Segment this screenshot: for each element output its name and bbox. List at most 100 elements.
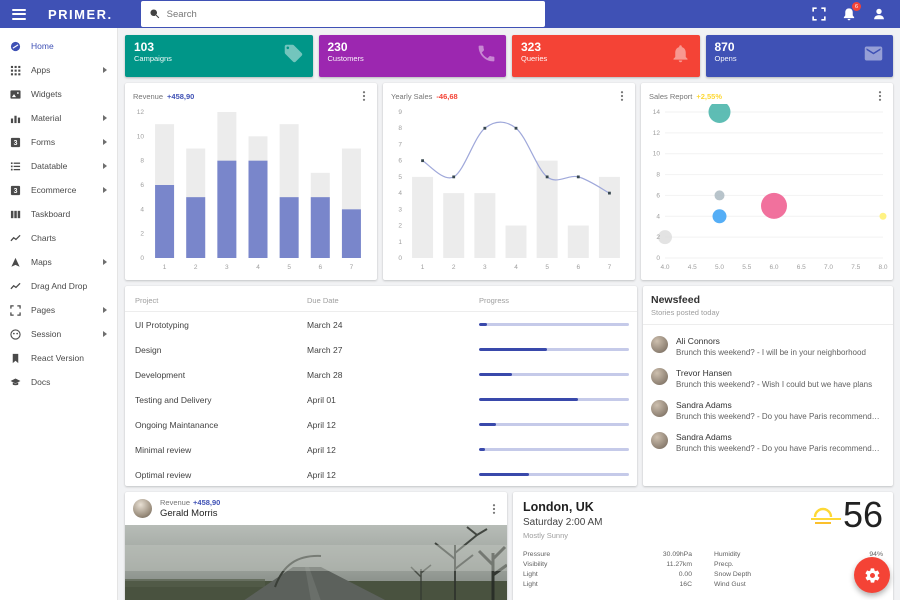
sidebar-item-charts[interactable]: Charts	[0, 226, 117, 250]
settings-fab[interactable]	[854, 557, 890, 593]
svg-text:10: 10	[137, 133, 145, 140]
progress-bar[interactable]	[479, 448, 629, 451]
svg-text:2: 2	[656, 234, 660, 241]
svg-text:2: 2	[140, 231, 144, 238]
charts-row: Revenue +458,90 0246810121234567 Yearly …	[125, 83, 893, 280]
card-menu-button[interactable]	[875, 90, 885, 102]
top-app-bar: PRIMER. 6	[0, 0, 900, 28]
svg-text:8.0: 8.0	[878, 264, 887, 271]
sunset-icon	[809, 502, 843, 528]
tag-icon	[283, 43, 304, 64]
newsfeed-title: Newsfeed	[651, 294, 885, 306]
account-button[interactable]	[872, 7, 886, 21]
table-row[interactable]: Minimal review April 12	[125, 437, 637, 462]
kebab-icon	[617, 90, 627, 102]
sidebar-item-ecommerce[interactable]: 3 Ecommerce	[0, 178, 117, 202]
sidebar-item-datatable[interactable]: Datatable	[0, 154, 117, 178]
progress-bar[interactable]	[479, 423, 629, 426]
forms-icon: 3	[10, 137, 21, 148]
sidebar-item-apps[interactable]: Apps	[0, 58, 117, 82]
table-row[interactable]: UI Prototyping March 24	[125, 312, 637, 337]
sidebar-item-material[interactable]: Material	[0, 106, 117, 130]
weather-detail-row: Light 0.00	[523, 569, 692, 579]
stats-row: 103 Campaigns 230 Customers 323 Queries …	[125, 35, 893, 77]
table-row[interactable]: Development March 28	[125, 362, 637, 387]
progress-bar[interactable]	[479, 373, 629, 376]
stat-card-opens[interactable]: 870 Opens	[706, 35, 894, 77]
list-item[interactable]: Trevor Hansen Brunch this weekend? - Wis…	[651, 368, 885, 389]
stat-card-customers[interactable]: 230 Customers	[319, 35, 507, 77]
progress-bar[interactable]	[479, 398, 629, 401]
chart-card-yearly-sales: Yearly Sales -46,68 01234567891234567	[383, 83, 635, 280]
sidebar-item-taskboard[interactable]: Taskboard	[0, 202, 117, 226]
svg-text:6: 6	[398, 158, 402, 165]
sidebar-item-session[interactable]: Session	[0, 322, 117, 346]
apps-icon	[10, 65, 21, 76]
home-icon	[10, 41, 21, 52]
profile-revenue-card: Revenue+458,90 Gerald Morris	[125, 492, 507, 600]
docs-icon	[10, 377, 21, 388]
hamburger-menu-icon[interactable]	[12, 6, 26, 22]
svg-text:12: 12	[653, 130, 661, 137]
revenue-chart: 0246810121234567	[125, 104, 377, 274]
svg-text:2: 2	[452, 264, 456, 271]
datatable-icon	[10, 161, 21, 172]
column-header-progress: Progress	[479, 296, 627, 305]
sidebar-item-react-version[interactable]: React Version	[0, 346, 117, 370]
table-header-row: Project Due Date Progress	[125, 290, 637, 312]
svg-text:8: 8	[656, 172, 660, 179]
svg-text:6.0: 6.0	[769, 264, 778, 271]
card-menu-button[interactable]	[617, 90, 627, 102]
weather-detail-row: Pressure 30.09hPa	[523, 549, 692, 559]
card-menu-button[interactable]	[489, 503, 499, 515]
search-box[interactable]	[141, 1, 545, 27]
sidebar-item-docs[interactable]: Docs	[0, 370, 117, 394]
progress-bar[interactable]	[479, 323, 629, 326]
svg-text:0: 0	[398, 255, 402, 262]
bookmark-icon	[10, 353, 21, 364]
weather-detail-row: Visibility 11.27km	[523, 559, 692, 569]
list-item[interactable]: Sandra Adams Brunch this weekend? - Do y…	[651, 400, 885, 421]
table-row[interactable]: Ongoing Maintanance April 12	[125, 412, 637, 437]
notifications-button[interactable]: 6	[842, 7, 856, 21]
dragdrop-icon	[10, 281, 21, 292]
progress-bar[interactable]	[479, 348, 629, 351]
svg-text:6: 6	[656, 192, 660, 199]
svg-text:2: 2	[398, 223, 402, 230]
search-icon	[149, 8, 161, 20]
sidebar-item-widgets[interactable]: Widgets	[0, 82, 117, 106]
chart-delta: -46,68	[436, 92, 457, 101]
gear-icon	[864, 567, 881, 584]
newsfeed-subtitle: Stories posted today	[651, 308, 885, 317]
pages-icon	[10, 305, 21, 316]
stat-card-queries[interactable]: 323 Queries	[512, 35, 700, 77]
table-row[interactable]: Optimal review April 12	[125, 462, 637, 486]
sidebar-item-drag-and-drop[interactable]: Drag And Drop	[0, 274, 117, 298]
sidebar-item-home[interactable]: Home	[0, 34, 117, 58]
sidebar-item-maps[interactable]: Maps	[0, 250, 117, 274]
sidebar-item-forms[interactable]: 3 Forms	[0, 130, 117, 154]
chart-title: Revenue	[133, 92, 163, 101]
chevron-right-icon	[103, 139, 107, 145]
card-menu-button[interactable]	[359, 90, 369, 102]
column-header-project: Project	[135, 296, 307, 305]
avatar	[651, 368, 668, 385]
list-item[interactable]: Sandra Adams Brunch this weekend? - Do y…	[651, 432, 885, 453]
weather-temp: 56	[843, 496, 883, 534]
table-row[interactable]: Design March 27	[125, 337, 637, 362]
fullscreen-button[interactable]	[812, 7, 826, 21]
table-row[interactable]: Testing and Delivery April 01	[125, 387, 637, 412]
sidebar-item-pages[interactable]: Pages	[0, 298, 117, 322]
chart-card-revenue: Revenue +458,90 0246810121234567	[125, 83, 377, 280]
search-input[interactable]	[167, 9, 537, 20]
svg-text:4: 4	[656, 213, 660, 220]
notification-badge: 6	[852, 2, 861, 11]
list-item[interactable]: Ali Connors Brunch this weekend? - I wil…	[651, 336, 885, 357]
avatar	[651, 432, 668, 449]
progress-bar[interactable]	[479, 473, 629, 476]
maps-icon	[10, 257, 21, 268]
avatar	[651, 336, 668, 353]
svg-text:0: 0	[656, 255, 660, 262]
chevron-right-icon	[103, 115, 107, 121]
stat-card-campaigns[interactable]: 103 Campaigns	[125, 35, 313, 77]
